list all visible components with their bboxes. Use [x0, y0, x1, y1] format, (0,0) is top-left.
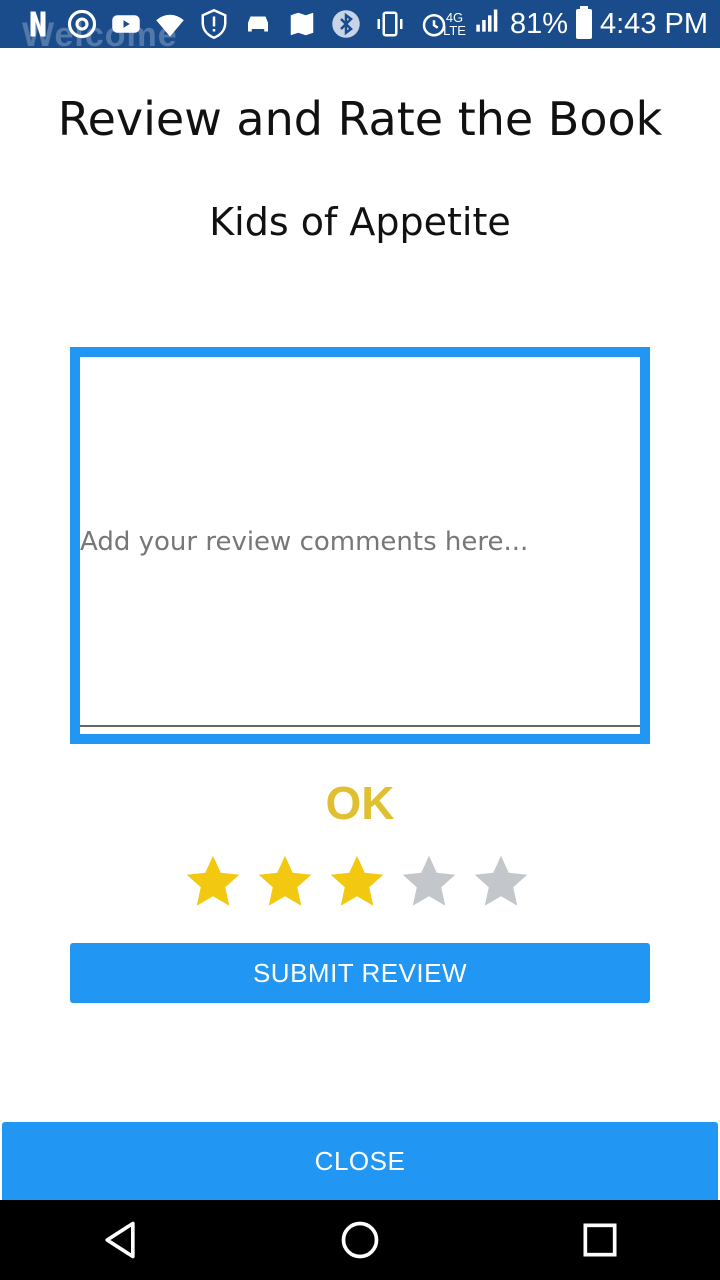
- clock: 4:43 PM: [600, 7, 708, 40]
- navigation-bar: [0, 1200, 720, 1280]
- chrome-icon: [66, 8, 98, 40]
- youtube-icon: [110, 8, 142, 40]
- book-title: Kids of Appetite: [209, 200, 511, 244]
- star-rating[interactable]: [183, 852, 531, 912]
- star-icon[interactable]: [327, 852, 387, 912]
- bluetooth-icon: [330, 8, 362, 40]
- star-icon[interactable]: [471, 852, 531, 912]
- review-comments-input[interactable]: [80, 357, 640, 727]
- 4g-lte-icon: 4G LTE: [443, 10, 466, 38]
- review-input-frame: [70, 347, 650, 744]
- home-icon[interactable]: [330, 1210, 390, 1270]
- submit-review-button[interactable]: SUBMIT REVIEW: [70, 943, 650, 1003]
- dialog-title: Review and Rate the Book: [57, 92, 663, 146]
- status-bar: Welcome 4G LTE 81% 4:43 PM: [0, 0, 720, 54]
- battery-percent: 81%: [509, 7, 568, 40]
- status-right: 4G LTE 81% 4:43 PM: [443, 0, 708, 48]
- star-icon[interactable]: [183, 852, 243, 912]
- netflix-icon: [22, 8, 54, 40]
- review-input-underline: [80, 725, 640, 727]
- vibrate-icon: [374, 8, 406, 40]
- car-icon: [242, 8, 274, 40]
- close-button[interactable]: CLOSE: [2, 1122, 718, 1200]
- star-icon[interactable]: [399, 852, 459, 912]
- signal-icon: [474, 6, 502, 42]
- recents-icon[interactable]: [570, 1210, 630, 1270]
- battery-icon: [576, 6, 592, 39]
- wifi-icon: [154, 8, 186, 40]
- star-icon[interactable]: [255, 852, 315, 912]
- back-icon[interactable]: [90, 1210, 150, 1270]
- notification-icons: [0, 0, 450, 48]
- rating-label: OK: [325, 777, 395, 829]
- maps-icon: [286, 8, 318, 40]
- alert-icon: [198, 8, 230, 40]
